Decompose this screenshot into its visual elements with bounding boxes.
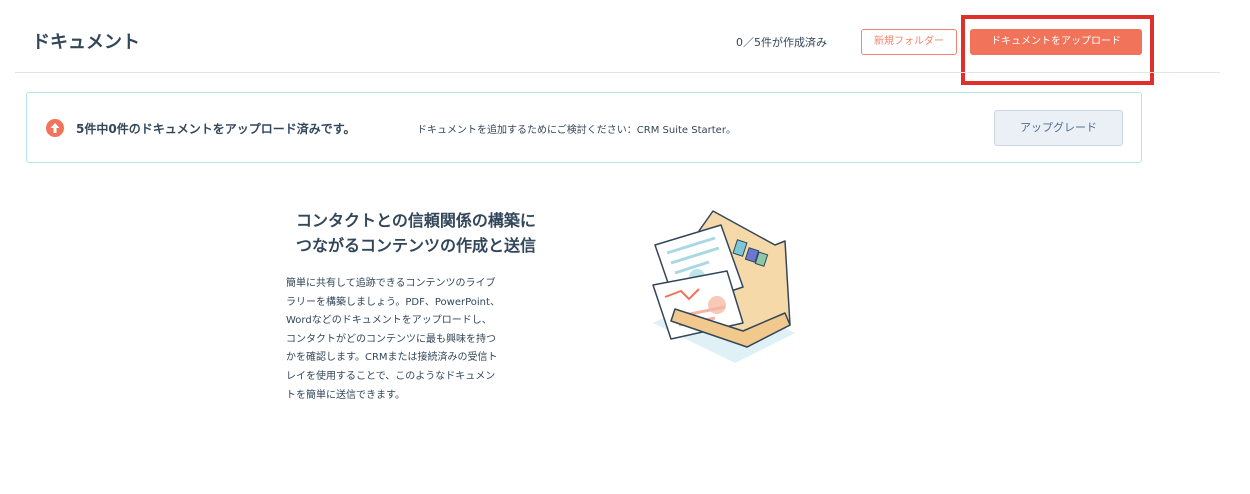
description-line: かを確認します。CRMまたは接続済みの受信ト: [286, 352, 498, 364]
highlight-box: [961, 15, 1154, 85]
description-line: レイを使用することで、このようなドキュメン: [286, 370, 496, 382]
new-folder-button[interactable]: 新規フォルダー: [861, 29, 957, 55]
heading-line-2: つながるコンテンツの作成と送信: [296, 236, 537, 255]
description-line: Wordなどのドキュメントをアップロードし、: [286, 315, 492, 327]
document-count: 0／5件が作成済み: [736, 36, 827, 49]
banner-message: ドキュメントを追加するためにご検討ください：CRM Suite Starter。: [417, 125, 736, 136]
description-line: トを簡単に送信できます。: [286, 389, 405, 401]
document-folder-illustration: [635, 205, 800, 365]
arrow-up-circle-icon: [46, 119, 64, 137]
description-line: コンタクトがどのコンテンツに最も興味を持つ: [286, 333, 496, 345]
heading-line-1: コンタクトとの信頼関係の構築に: [296, 211, 536, 230]
empty-state-heading: コンタクトとの信頼関係の構築に つながるコンテンツの作成と送信: [296, 208, 596, 258]
page-title: ドキュメント: [32, 32, 140, 53]
upload-limit-banner: 5件中0件のドキュメントをアップロード済みです。 ドキュメントを追加するためにご…: [26, 92, 1142, 163]
page-header: ドキュメント 0／5件が作成済み 新規フォルダー ドキュメントをアップロード: [0, 0, 1250, 85]
header-divider: [15, 72, 1220, 73]
empty-state-description: 簡単に共有して追跡できるコンテンツのライブ ラリーを構築しましょう。PDF、Po…: [286, 275, 554, 405]
description-line: ラリーを構築しましょう。PDF、PowerPoint、: [286, 296, 500, 308]
description-line: 簡単に共有して追跡できるコンテンツのライブ: [286, 278, 496, 289]
upgrade-button[interactable]: アップグレード: [994, 110, 1123, 146]
banner-title: 5件中0件のドキュメントをアップロード済みです。: [76, 122, 356, 136]
